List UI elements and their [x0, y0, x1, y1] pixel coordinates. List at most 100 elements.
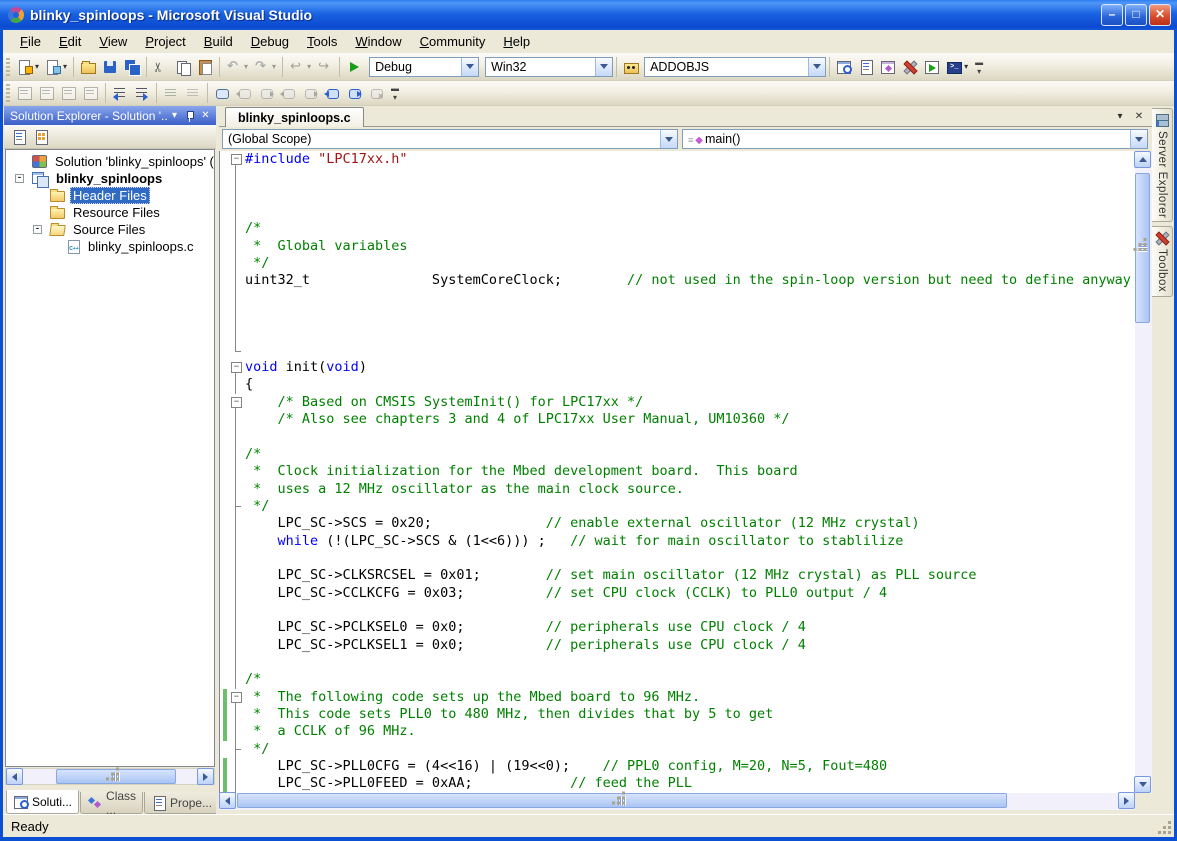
- code-line[interactable]: [220, 654, 1135, 671]
- editor-vscrollbar[interactable]: [1135, 151, 1152, 793]
- find-in-files-button[interactable]: [620, 56, 642, 78]
- menu-community[interactable]: Community: [411, 31, 495, 52]
- code-line[interactable]: * a CCLK of 96 MHz.: [220, 723, 1135, 740]
- tree-expander-icon[interactable]: -: [15, 174, 24, 183]
- code-editor[interactable]: #include "LPC17xx.h" /* * Global variable…: [219, 151, 1135, 793]
- menu-project[interactable]: Project: [136, 31, 194, 52]
- show-all-files-button[interactable]: [30, 126, 52, 148]
- combo-dropdown-button[interactable]: [461, 58, 478, 76]
- code-line[interactable]: * This code sets PLL0 to 480 MHz, then d…: [220, 706, 1135, 723]
- maximize-button[interactable]: □: [1125, 4, 1147, 26]
- toolbar-grip[interactable]: [6, 58, 10, 76]
- close-button[interactable]: ✕: [1149, 4, 1171, 26]
- toggle-bookmark-button[interactable]: [211, 82, 233, 104]
- code-line[interactable]: */: [220, 498, 1135, 515]
- immediate-window-button[interactable]: [921, 56, 943, 78]
- code-line[interactable]: * The following code sets up the Mbed bo…: [220, 689, 1135, 706]
- code-line[interactable]: while (!(LPC_SC->SCS & (1<<6))) ; // wai…: [220, 533, 1135, 550]
- cut-button[interactable]: [150, 56, 172, 78]
- paste-button[interactable]: [194, 56, 216, 78]
- scroll-right-button[interactable]: [1118, 792, 1135, 809]
- code-line[interactable]: LPC_SC->PLL0FEED = 0xAA; // feed the PLL: [220, 775, 1135, 792]
- code-line[interactable]: {: [220, 376, 1135, 393]
- panel-close-button[interactable]: ✕: [198, 108, 213, 123]
- menu-help[interactable]: Help: [494, 31, 539, 52]
- find-combo[interactable]: ADDOBJS: [644, 57, 826, 77]
- code-line[interactable]: [220, 290, 1135, 307]
- solution-platforms-combo[interactable]: Win32: [485, 57, 613, 77]
- open-file-button[interactable]: [77, 56, 99, 78]
- fold-toggle-icon[interactable]: [227, 359, 245, 376]
- types-combo[interactable]: (Global Scope): [222, 129, 678, 149]
- code-line[interactable]: [220, 168, 1135, 185]
- code-line[interactable]: */: [220, 741, 1135, 758]
- scroll-left-button[interactable]: [219, 792, 236, 809]
- code-line[interactable]: LPC_SC->PCLKSEL1 = 0x0; // peripherals u…: [220, 637, 1135, 654]
- code-line[interactable]: [220, 429, 1135, 446]
- fold-toggle-icon[interactable]: [227, 689, 245, 706]
- scroll-up-button[interactable]: [1134, 151, 1151, 168]
- code-line[interactable]: * Global variables: [220, 238, 1135, 255]
- code-line[interactable]: * Clock initialization for the Mbed deve…: [220, 463, 1135, 480]
- copy-button[interactable]: [172, 56, 194, 78]
- code-line[interactable]: [220, 186, 1135, 203]
- code-line[interactable]: LPC_SC->SCS = 0x20; // enable external o…: [220, 515, 1135, 532]
- auto-hide-pin-icon[interactable]: [185, 110, 195, 122]
- code-line[interactable]: [220, 203, 1135, 220]
- window-position-button[interactable]: ▾: [167, 108, 182, 123]
- command-window-button[interactable]: ▾: [943, 56, 971, 78]
- menu-window[interactable]: Window: [346, 31, 410, 52]
- scroll-thumb[interactable]: [237, 793, 1007, 808]
- next-bookmark-document-button[interactable]: [343, 82, 365, 104]
- increase-indent-button[interactable]: [131, 82, 153, 104]
- code-line[interactable]: [220, 307, 1135, 324]
- code-line[interactable]: [220, 342, 1135, 359]
- menu-debug[interactable]: Debug: [242, 31, 298, 52]
- save-all-button[interactable]: [121, 56, 143, 78]
- save-button[interactable]: [99, 56, 121, 78]
- scroll-right-button[interactable]: [197, 768, 214, 785]
- combo-dropdown-button[interactable]: [808, 58, 825, 76]
- tree-item[interactable]: -blinky_spinloops: [6, 170, 214, 187]
- code-line[interactable]: /*: [220, 220, 1135, 237]
- code-line[interactable]: LPC_SC->PLL0CFG = (4<<16) | (19<<0); // …: [220, 758, 1135, 775]
- code-line[interactable]: * uses a 12 MHz oscillator as the main c…: [220, 481, 1135, 498]
- tree-item[interactable]: blinky_spinloops.c: [6, 238, 214, 255]
- combo-dropdown-button[interactable]: [1130, 130, 1147, 148]
- code-line[interactable]: #include "LPC17xx.h": [220, 151, 1135, 168]
- code-line[interactable]: /*: [220, 446, 1135, 463]
- toolbar-overflow-button[interactable]: ▬▾: [973, 58, 985, 76]
- menu-file[interactable]: File: [11, 31, 50, 52]
- scroll-thumb[interactable]: [56, 769, 176, 784]
- resize-grip[interactable]: [1159, 822, 1172, 835]
- code-line[interactable]: LPC_SC->CCLKCFG = 0x03; // set CPU clock…: [220, 585, 1135, 602]
- tab-toolbox[interactable]: Toolbox: [1152, 226, 1173, 296]
- code-line[interactable]: LPC_SC->CLKSRCSEL = 0x01; // set main os…: [220, 567, 1135, 584]
- code-line[interactable]: [220, 324, 1135, 341]
- tab-properties[interactable]: Prope...: [144, 792, 219, 814]
- add-new-item-button[interactable]: ▾: [42, 56, 70, 78]
- new-project-button[interactable]: ▾: [14, 56, 42, 78]
- start-debugging-button[interactable]: [343, 56, 365, 78]
- solution-explorer-button[interactable]: [833, 56, 855, 78]
- scroll-thumb[interactable]: [1135, 173, 1150, 323]
- scroll-down-button[interactable]: [1134, 776, 1151, 793]
- tree-item[interactable]: Resource Files: [6, 204, 214, 221]
- solution-configurations-combo[interactable]: Debug: [369, 57, 479, 77]
- tree-item[interactable]: Header Files: [6, 187, 214, 204]
- menu-build[interactable]: Build: [195, 31, 242, 52]
- toolbar-overflow-button[interactable]: ▬▾: [389, 84, 401, 102]
- combo-dropdown-button[interactable]: [595, 58, 612, 76]
- previous-bookmark-document-button[interactable]: [321, 82, 343, 104]
- fold-toggle-icon[interactable]: [227, 394, 245, 411]
- properties-window-button[interactable]: [855, 56, 877, 78]
- scroll-left-button[interactable]: [6, 768, 23, 785]
- properties-button[interactable]: [8, 126, 30, 148]
- tab-solution-explorer[interactable]: Soluti...: [6, 790, 79, 814]
- document-tab[interactable]: blinky_spinloops.c: [225, 107, 364, 127]
- code-line[interactable]: /* Based on CMSIS SystemInit() for LPC17…: [220, 394, 1135, 411]
- combo-dropdown-button[interactable]: [660, 130, 677, 148]
- code-line[interactable]: /*: [220, 671, 1135, 688]
- code-line[interactable]: LPC_SC->PCLKSEL0 = 0x0; // peripherals u…: [220, 619, 1135, 636]
- solution-explorer-hscrollbar[interactable]: [5, 768, 215, 785]
